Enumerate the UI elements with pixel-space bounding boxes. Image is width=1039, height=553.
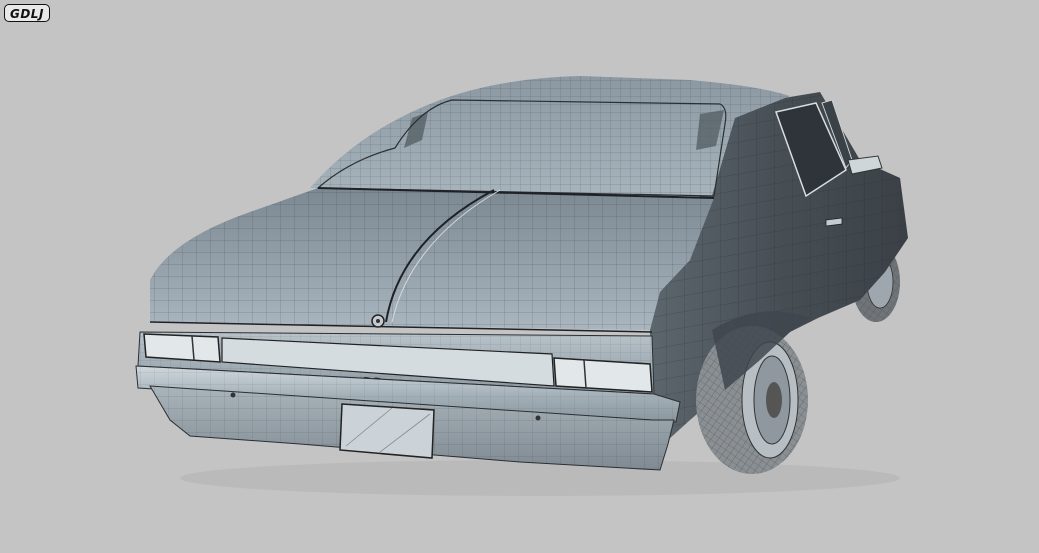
car-render: SS [135,76,908,496]
left-taillight [143,333,221,363]
license-plate [339,403,435,459]
right-taillight [553,357,653,393]
render-viewport: GDLJ [0,0,1039,553]
